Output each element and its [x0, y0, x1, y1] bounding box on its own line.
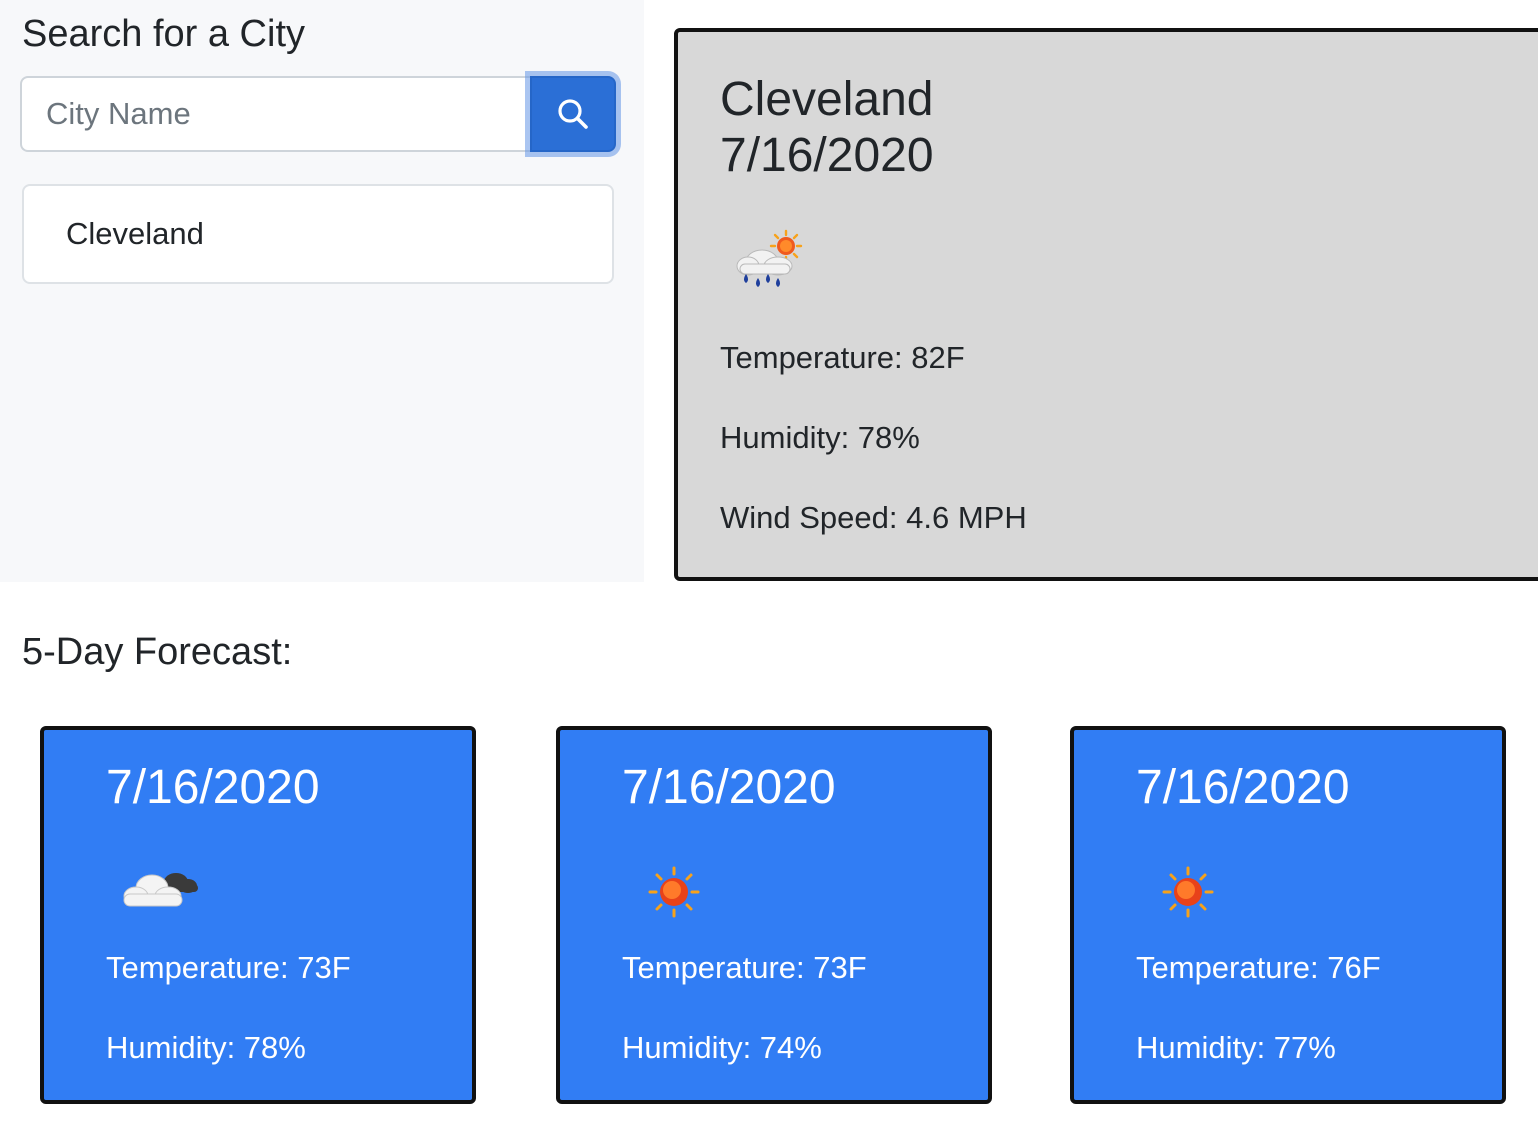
rain-sun-icon: [736, 229, 803, 287]
current-city-name: Cleveland: [720, 73, 934, 126]
current-temperature: Temperature: 82F: [720, 340, 965, 375]
sidebar: Search for a City Cleveland: [0, 0, 644, 582]
forecast-temperature: Temperature: 73F: [106, 950, 351, 985]
sun-icon: [1162, 866, 1214, 918]
forecast-card: 7/16/2020 Temperature: 73F Humidity: 74%: [556, 726, 992, 1104]
forecast-humidity: Humidity: 77%: [1136, 1030, 1336, 1065]
current-weather-card: Cleveland 7/16/2020 Temperature: 82F Hum…: [674, 28, 1538, 581]
cloudy-icon: [123, 873, 198, 907]
forecast-humidity: Humidity: 78%: [106, 1030, 306, 1065]
search-group: [20, 76, 616, 152]
search-button[interactable]: [530, 76, 616, 152]
forecast-card: 7/16/2020 Temperature: 73F Humidity: 78%: [40, 726, 476, 1104]
history-item-cleveland[interactable]: Cleveland: [22, 184, 614, 284]
forecast-card: 7/16/2020 Temperature: 76F Humidity: 77%: [1070, 726, 1506, 1104]
current-wind-speed: Wind Speed: 4.6 MPH: [720, 500, 1027, 535]
sun-icon: [648, 866, 700, 918]
current-date: 7/16/2020: [720, 129, 934, 182]
history-item-label: Cleveland: [66, 216, 204, 251]
city-search-input[interactable]: [20, 76, 530, 152]
current-humidity: Humidity: 78%: [720, 420, 920, 455]
sidebar-title: Search for a City: [22, 13, 305, 55]
forecast-date: 7/16/2020: [106, 761, 320, 814]
forecast-humidity: Humidity: 74%: [622, 1030, 822, 1065]
forecast-date: 7/16/2020: [622, 761, 836, 814]
forecast-temperature: Temperature: 73F: [622, 950, 867, 985]
weather-dashboard: Search for a City Cleveland Cleveland 7/…: [0, 0, 1538, 1132]
forecast-date: 7/16/2020: [1136, 761, 1350, 814]
search-icon: [558, 99, 588, 129]
forecast-title: 5-Day Forecast:: [22, 631, 293, 673]
forecast-temperature: Temperature: 76F: [1136, 950, 1381, 985]
